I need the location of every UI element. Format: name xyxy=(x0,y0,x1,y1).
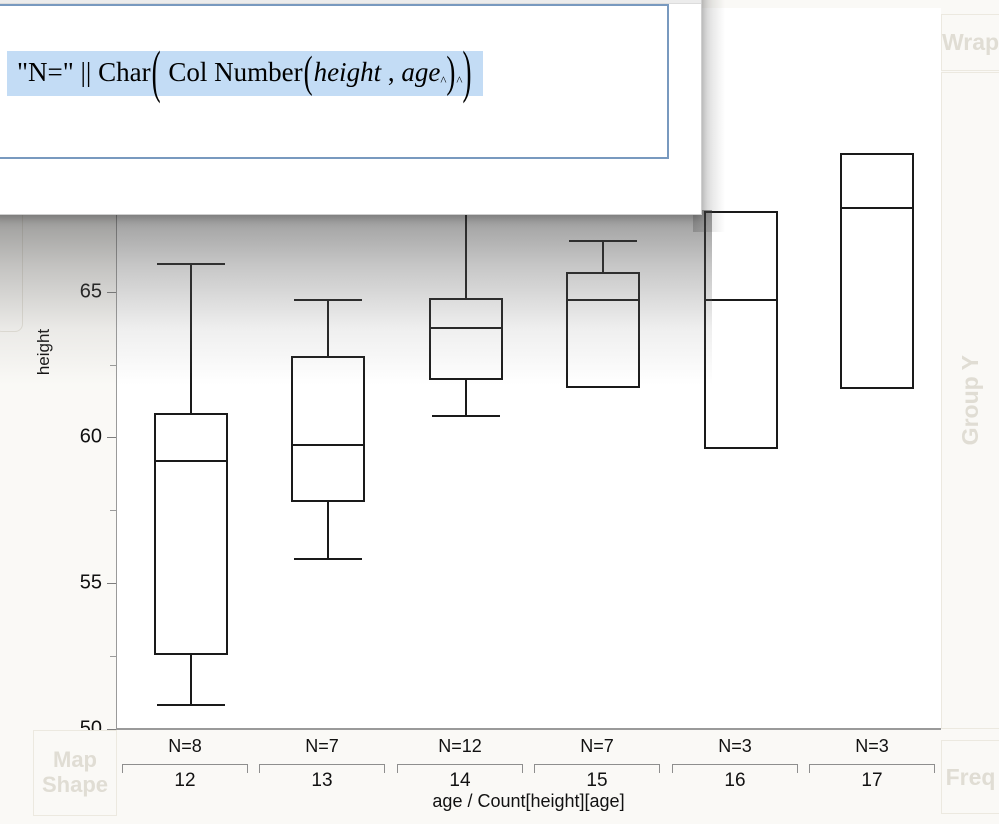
x-n-label: N=3 xyxy=(718,736,752,756)
dropzone-map-shape[interactable]: Map Shape xyxy=(33,730,117,816)
formula-token-comma: , xyxy=(387,57,395,87)
formula-token-fn-char: Char xyxy=(98,57,151,87)
dropzone-freq[interactable]: Freq xyxy=(941,740,999,814)
x-tick-label: 13 xyxy=(311,770,333,791)
y-tick-label: 60 xyxy=(79,425,102,448)
dropzone-wrap-label: Wrap xyxy=(941,29,999,55)
x-n-label: N=7 xyxy=(305,736,339,756)
x-axis-label: age / Count[height][age] xyxy=(432,791,625,811)
dropzone-freq-label: Freq xyxy=(945,763,996,790)
x-n-label: N=7 xyxy=(580,736,614,756)
x-n-label: N=3 xyxy=(855,736,889,756)
dropzone-group-y-label: Group Y xyxy=(957,355,983,446)
formula-caret-1: ^ xyxy=(440,72,446,88)
y-axis-label: height xyxy=(34,328,53,376)
formula-editor-dialog[interactable]: "N=" || Char( Col Number(height , age^)^… xyxy=(0,0,702,215)
formula-input-box[interactable]: "N=" || Char( Col Number(height , age^)^… xyxy=(0,4,669,159)
formula-paren-open-outer: ( xyxy=(151,39,161,104)
x-axis: N=8 N=7 N=12 N=7 N=3 N=3 12 13 14 15 16 … xyxy=(116,729,941,824)
x-tick-label: 16 xyxy=(724,770,746,791)
graph-builder-canvas: Count[height][age] xyxy=(0,0,999,824)
x-tick-label: 12 xyxy=(174,770,196,791)
formula-token-arg2: age xyxy=(401,57,441,87)
formula-token-concat: || xyxy=(80,57,92,87)
formula-paren-close-inner: ) xyxy=(446,46,456,97)
dropzone-map-shape-line1: Map xyxy=(53,747,97,773)
dropzone-map-shape-line2: Shape xyxy=(41,772,109,797)
formula-caret-2: ^ xyxy=(456,72,462,88)
formula-expression[interactable]: "N=" || Char( Col Number(height , age^)^… xyxy=(7,39,483,104)
formula-token-arg1: height xyxy=(313,57,382,87)
dropzone-wrap[interactable]: Wrap xyxy=(941,14,999,71)
x-n-label: N=8 xyxy=(168,736,202,756)
x-tick-label: 17 xyxy=(861,770,883,791)
y-tick-label: 65 xyxy=(79,280,102,303)
x-tick-label: 15 xyxy=(586,770,608,791)
formula-token-literal: "N=" xyxy=(17,57,74,87)
formula-paren-open-inner: ( xyxy=(303,46,313,97)
x-n-label: N=12 xyxy=(438,736,482,756)
dropzone-group-y[interactable]: Group Y xyxy=(941,72,999,729)
formula-paren-close-outer: ) xyxy=(462,39,472,104)
y-tick-label: 55 xyxy=(79,571,102,594)
formula-dialog-footer xyxy=(0,161,701,214)
x-tick-label: 14 xyxy=(449,770,471,791)
formula-token-fn-colnumber: Col Number xyxy=(168,57,303,87)
